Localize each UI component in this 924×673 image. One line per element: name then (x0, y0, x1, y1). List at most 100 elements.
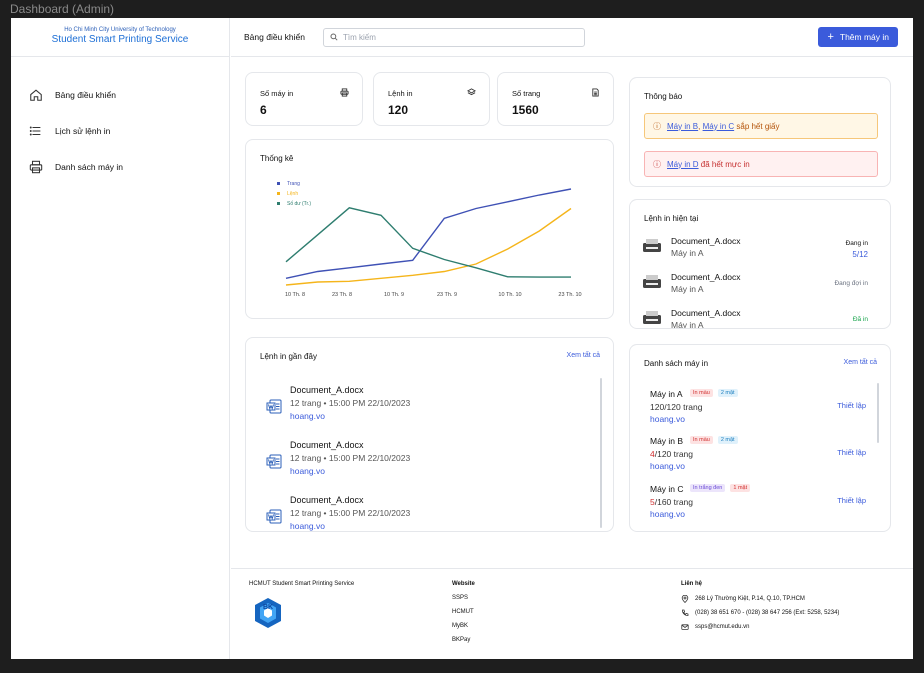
bk-logo: BK (255, 598, 281, 628)
printer-user[interactable]: hoang.vo (650, 414, 685, 424)
sidebar-item-printers[interactable]: Danh sách máy in (11, 149, 229, 185)
alert-out-of-ink: ⓘ Máy in D đã hết mực in (644, 151, 878, 177)
sidebar-item-dashboard[interactable]: Bảng điều khiển (11, 77, 229, 113)
recent-job-user[interactable]: hoang.vo (290, 466, 325, 476)
printer-icon (340, 88, 349, 97)
pages-total: /120 trang (654, 449, 694, 459)
sidebar-item-label: Danh sách máy in (55, 162, 124, 172)
current-job-printer: Máy in A (671, 284, 704, 294)
stat-card-printers: Số máy in 6 (245, 72, 363, 126)
current-job-name: Document_A.docx (671, 308, 741, 318)
printer-list-item[interactable]: Máy in B In màu 2 mặt 4/120 trang hoang.… (650, 436, 870, 478)
printer-user[interactable]: hoang.vo (650, 509, 685, 519)
alert-text: sắp hết giấy (734, 121, 780, 131)
add-printer-button[interactable]: + Thêm máy in (818, 27, 898, 47)
app-window: Ho Chi Minh City University of Technolog… (11, 18, 913, 659)
sidebar-item-label: Lịch sử lệnh in (55, 126, 111, 136)
recent-jobs-card: Lệnh in gần đây Xem tất cả Document_A.do… (245, 337, 614, 532)
printer-thumbnail-icon (643, 275, 661, 288)
stat-value: 1560 (512, 103, 539, 117)
current-job-status: Đang in 5/12 (846, 238, 868, 260)
color-mode-badge: In màu (690, 436, 713, 444)
notifications-card: Thông báo ⓘ Máy in B , Máy in C sắp hết … (629, 77, 891, 187)
color-mode-badge: In trắng đen (690, 484, 726, 492)
printer-name: Máy in C (650, 484, 684, 494)
alert-low-paper: ⓘ Máy in B , Máy in C sắp hết giấy (644, 113, 878, 139)
chart-series-line-2 (285, 207, 571, 278)
stat-value: 6 (260, 103, 267, 117)
printers-see-all-link[interactable]: Xem tất cả (844, 359, 877, 366)
plus-icon: + (827, 31, 834, 43)
duplex-badge: 2 mặt (717, 389, 738, 397)
footer-link-ssps[interactable]: SSPS (452, 595, 475, 601)
legend-label-2: Số dư (Tr.) (287, 201, 311, 207)
email-text[interactable]: ssps@hcmut.edu.vn (695, 624, 749, 630)
printer-user[interactable]: hoang.vo (650, 461, 685, 471)
phone-text: (028) 38 651 670 - (028) 38 647 256 (Ext… (695, 610, 840, 616)
footer-link-hcmut[interactable]: HCMUT (452, 609, 475, 615)
word-document-icon (266, 399, 282, 414)
brand-service: Student Smart Printing Service (51, 34, 189, 45)
current-job-status: Đang đợi in (834, 278, 868, 289)
recent-job-user[interactable]: hoang.vo (290, 411, 325, 421)
search-box[interactable] (322, 27, 585, 47)
printer-c-link[interactable]: Máy in C (703, 122, 735, 131)
printer-setup-link[interactable]: Thiết lập (837, 401, 866, 410)
document-icon (592, 88, 599, 97)
duplex-badge: 1 mặt (730, 484, 751, 492)
current-job-status: Đã in (853, 314, 868, 325)
printer-setup-link[interactable]: Thiết lập (837, 448, 866, 457)
status-text: Đã in (852, 316, 868, 323)
stat-card-pages: Số trang 1560 (497, 72, 614, 126)
printer-list-item[interactable]: Máy in A In màu 2 mặt 120/120 trang hoan… (650, 389, 870, 431)
current-job-name: Document_A.docx (671, 236, 741, 246)
word-document-icon (266, 509, 282, 524)
printer-d-link[interactable]: Máy in D (667, 160, 699, 169)
recent-jobs-see-all-link[interactable]: Xem tất cả (567, 352, 600, 359)
footer-link-bkpay[interactable]: BKPay (452, 637, 475, 643)
x-tick-label: 10 Th. 10 (498, 292, 521, 298)
printers-title: Danh sách máy in (644, 359, 709, 368)
chart-card: Thống kê Trang Lệnh Số dư (Tr.) 10 Th. 8 23 … (245, 139, 614, 319)
add-printer-label: Thêm máy in (839, 32, 889, 42)
printer-name: Máy in B (650, 436, 684, 446)
page-title: Bảng điều khiển (244, 32, 305, 42)
recent-job-meta: 12 trang • 15:00 PM 22/10/2023 (290, 398, 411, 408)
current-job-item[interactable]: Document_A.docx Máy in A Đã in (642, 308, 876, 328)
printers-scrollbar[interactable] (877, 383, 879, 443)
brand: Ho Chi Minh City University of Technolog… (11, 18, 229, 57)
printer-paper-count: 4/120 trang (650, 449, 693, 459)
notifications-title: Thông báo (644, 92, 683, 101)
current-job-item[interactable]: Document_A.docx Máy in A Đang đợi in (642, 272, 876, 300)
printer-badges: In màu 2 mặt (690, 436, 738, 444)
printer-setup-link[interactable]: Thiết lập (837, 496, 866, 505)
top-header: Bảng điều khiển + Thêm máy in (231, 18, 913, 57)
printer-paper-count: 120/120 trang (650, 402, 702, 412)
x-tick-label: 23 Th. 10 (558, 292, 581, 298)
printer-name: Máy in A (650, 389, 683, 399)
pages-left: 120 (650, 402, 665, 412)
printer-b-link[interactable]: Máy in B (667, 122, 698, 131)
printer-thumbnail-icon (643, 239, 661, 252)
footer-phone: (028) 38 651 670 - (028) 38 647 256 (Ext… (681, 609, 839, 617)
printer-list-item[interactable]: Máy in C In trắng đen 1 mặt 5/160 trang … (650, 484, 870, 526)
printer-icon (29, 160, 43, 174)
current-job-printer: Máy in A (671, 248, 704, 258)
phone-icon (682, 609, 689, 616)
search-input[interactable] (342, 32, 563, 42)
info-circle-icon: ⓘ (653, 159, 661, 169)
recent-jobs-scrollbar[interactable] (600, 378, 602, 528)
chart-series-line-1 (285, 207, 572, 286)
stat-label: Lệnh in (388, 89, 413, 98)
recent-job-meta: 12 trang • 15:00 PM 22/10/2023 (290, 508, 411, 518)
recent-job-name: Document_A.docx (290, 495, 364, 505)
current-jobs-card: Lệnh in hiện tại Document_A.docx Máy in … (629, 199, 891, 329)
current-jobs-title: Lệnh in hiện tại (644, 214, 699, 223)
current-job-item[interactable]: Document_A.docx Máy in A Đang in 5/12 (642, 236, 876, 264)
footer-link-mybk[interactable]: MyBK (452, 623, 475, 629)
stat-value: 120 (388, 103, 409, 117)
recent-job-user[interactable]: hoang.vo (290, 521, 325, 531)
sidebar-item-history[interactable]: Lịch sử lệnh in (11, 113, 229, 149)
stat-label: Số trang (512, 89, 541, 98)
word-document-icon (266, 454, 282, 469)
